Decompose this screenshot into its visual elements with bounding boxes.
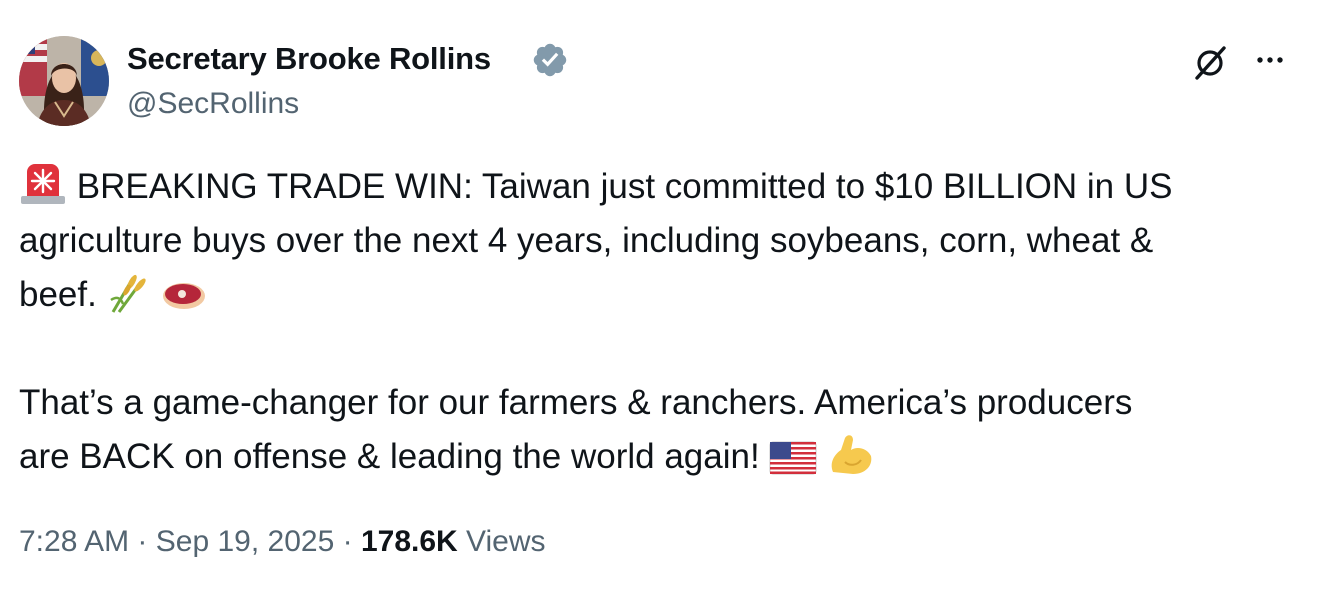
grok-icon[interactable] — [1190, 44, 1230, 80]
author-handle[interactable]: @SecRollins — [127, 86, 299, 122]
meta-separator: · — [342, 525, 353, 558]
tweet-line: That’s a game-changer for our farmers & … — [19, 376, 1314, 430]
tweet-line-text: are BACK on offense & leading the world … — [19, 437, 760, 476]
cut-of-meat-emoji — [160, 274, 208, 314]
flexed-biceps-emoji — [827, 432, 875, 476]
us-flag-emoji — [769, 440, 817, 476]
more-options-icon[interactable] — [1252, 44, 1288, 76]
tweet-text: BREAKING TRADE WIN: Taiwan just committe… — [19, 160, 1314, 484]
tweet-line-text: BREAKING TRADE WIN: Taiwan just committe… — [76, 167, 1173, 206]
tweet-line-text: agriculture buys over the next 4 years, … — [19, 221, 1154, 260]
avatar-photo — [19, 36, 109, 126]
tweet-line: beef. — [19, 268, 1314, 322]
tweet-line: are BACK on offense & leading the world … — [19, 430, 1314, 484]
tweet-line: agriculture buys over the next 4 years, … — [19, 214, 1314, 268]
tweet-line-text: beef. — [19, 275, 97, 314]
tweet-line-text: That’s a game-changer for our farmers & … — [19, 383, 1133, 422]
paragraph-break — [19, 322, 1314, 376]
avatar[interactable] — [19, 36, 109, 126]
tweet-meta: 7:28 AM · Sep 19, 2025 · 178.6K Views — [19, 522, 546, 562]
views-count[interactable]: 178.6K — [361, 525, 458, 558]
post-date[interactable]: Sep 19, 2025 — [156, 525, 335, 558]
tweet-card: Secretary Brooke Rollins @SecRollins BRE… — [0, 0, 1327, 594]
views-label: Views — [466, 525, 546, 558]
police-light-emoji — [19, 162, 67, 206]
post-time[interactable]: 7:28 AM — [19, 525, 129, 558]
meta-separator: · — [137, 525, 148, 558]
tweet-line: BREAKING TRADE WIN: Taiwan just committe… — [19, 160, 1314, 214]
display-name[interactable]: Secretary Brooke Rollins — [127, 40, 491, 78]
verified-badge-icon[interactable] — [531, 41, 569, 79]
sheaf-of-rice-emoji — [107, 270, 151, 314]
